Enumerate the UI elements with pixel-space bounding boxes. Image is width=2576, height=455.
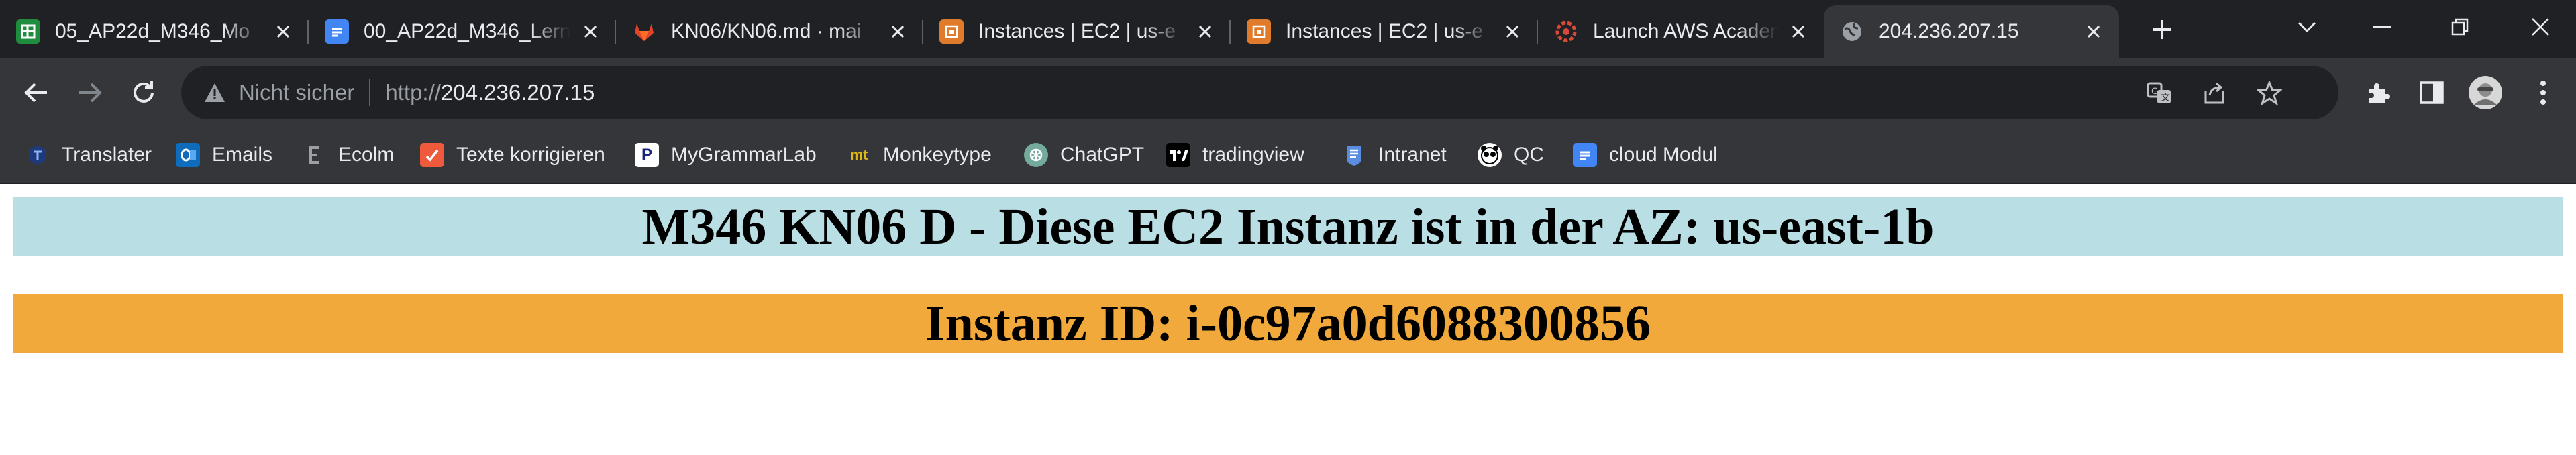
tab-ec2-1[interactable]: Instances | EC2 | us-e <box>923 5 1231 58</box>
bookmark-mygrammarlab[interactable]: P MyGrammarLab <box>635 137 817 173</box>
tab-title: 204.236.207.15 <box>1879 20 2073 43</box>
minimize-icon[interactable] <box>2362 9 2402 44</box>
bookmark-monkeytype[interactable]: mt Monkeytype <box>847 137 992 173</box>
tab-search-chevron-icon[interactable] <box>2287 9 2327 44</box>
bookmark-label: Translater <box>62 144 152 166</box>
reload-icon[interactable] <box>126 75 161 110</box>
restore-icon[interactable] <box>2440 9 2480 44</box>
svg-text:文: 文 <box>2161 93 2170 103</box>
address-divider <box>369 79 371 106</box>
mygrammarlab-icon: P <box>635 143 659 167</box>
warning-icon[interactable] <box>201 79 228 106</box>
bookmark-qc[interactable]: QC <box>1478 137 1544 173</box>
monkeytype-icon: mt <box>849 146 868 163</box>
bookmark-cloud-modul[interactable]: cloud Modul <box>1573 137 1718 173</box>
text-correct-icon <box>420 143 444 167</box>
star-icon[interactable] <box>2254 78 2285 109</box>
google-sheets-icon <box>16 19 40 44</box>
side-panel-icon[interactable] <box>2413 74 2451 111</box>
aws-ec2-icon <box>1247 19 1271 44</box>
url-host: 204.236.207.15 <box>440 80 595 105</box>
bookmark-label: QC <box>1514 144 1544 166</box>
intranet-icon <box>1342 143 1366 167</box>
menu-kebab-icon[interactable] <box>2524 74 2562 111</box>
tab-docs[interactable]: 00_AP22d_M346_Lern <box>309 5 616 58</box>
tab-title: Launch AWS Academ <box>1593 20 1778 43</box>
outlook-icon <box>176 143 200 167</box>
close-icon[interactable] <box>1502 21 1523 42</box>
bookmark-tradingview[interactable]: tradingview <box>1166 137 1304 173</box>
browser-toolbar: Nicht sicher http:// 204.236.207.15 G文 <box>0 58 2576 128</box>
tradingview-icon <box>1166 143 1190 167</box>
security-status-label[interactable]: Nicht sicher <box>239 80 354 105</box>
tab-title: 00_AP22d_M346_Lern <box>364 20 570 43</box>
bookmark-label: Intranet <box>1378 144 1447 166</box>
bookmark-ecolm[interactable]: Ecolm <box>302 137 394 173</box>
tab-gitlab[interactable]: KN06/KN06.md · mai <box>616 5 923 58</box>
bookmark-translater[interactable]: Translater <box>25 137 152 173</box>
back-arrow-icon[interactable] <box>19 75 54 110</box>
share-icon[interactable] <box>2199 78 2230 109</box>
bookmark-intranet[interactable]: Intranet <box>1342 137 1447 173</box>
aws-ec2-icon <box>939 19 964 44</box>
web-page-content: M346 KN06 D - Diese EC2 Instanz ist in d… <box>0 184 2576 455</box>
forward-arrow-icon[interactable] <box>72 75 107 110</box>
az-heading: M346 KN06 D - Diese EC2 Instanz ist in d… <box>13 197 2563 256</box>
instance-id-heading: Instanz ID: i-0c97a0d6088300856 <box>13 294 2563 353</box>
bookmark-label: Monkeytype <box>883 144 992 166</box>
tab-title: 05_AP22d_M346_Mo <box>55 20 263 43</box>
profile-avatar-icon[interactable] <box>2467 74 2504 111</box>
close-icon[interactable] <box>1194 21 1216 42</box>
bookmark-label: Texte korrigieren <box>456 144 605 166</box>
tab-active-page[interactable]: 204.236.207.15 <box>1824 5 2119 58</box>
close-icon[interactable] <box>2083 21 2104 42</box>
google-docs-icon <box>1573 143 1597 167</box>
tab-strip: 05_AP22d_M346_Mo 00_AP22d_M346_Lern KN06… <box>0 0 2576 58</box>
extensions-puzzle-icon[interactable] <box>2359 74 2397 111</box>
bookmark-chatgpt[interactable]: ChatGPT <box>1024 137 1144 173</box>
bookmark-label: Emails <box>212 144 273 166</box>
close-icon[interactable] <box>887 21 909 42</box>
tab-ec2-2[interactable]: Instances | EC2 | us-e <box>1231 5 1538 58</box>
aws-academy-icon <box>1554 19 1578 44</box>
tab-aws-academy[interactable]: Launch AWS Academ <box>1538 5 1824 58</box>
bookmarks-bar: Translater Emails Ecolm Texte korrigiere… <box>0 128 2576 184</box>
qc-icon <box>1478 143 1502 167</box>
bookmark-emails[interactable]: Emails <box>176 137 272 173</box>
chatgpt-icon <box>1024 143 1048 167</box>
tab-title: Instances | EC2 | us-e <box>978 20 1185 43</box>
tab-sheets[interactable]: 05_AP22d_M346_Mo <box>0 5 309 58</box>
close-window-icon[interactable] <box>2520 9 2561 44</box>
gitlab-icon <box>632 19 656 44</box>
globe-icon <box>1840 19 1864 44</box>
url-scheme: http:// <box>385 80 441 105</box>
address-bar[interactable]: Nicht sicher http:// 204.236.207.15 G文 <box>181 66 2338 119</box>
translate-icon <box>25 143 50 167</box>
new-tab-button[interactable] <box>2145 12 2179 47</box>
tab-title: Instances | EC2 | us-e <box>1286 20 1492 43</box>
close-icon[interactable] <box>580 21 601 42</box>
ecolm-icon <box>302 143 326 167</box>
tab-title: KN06/KN06.md · mai <box>671 20 878 43</box>
bookmark-label: tradingview <box>1202 144 1304 166</box>
bookmark-label: Ecolm <box>338 144 395 166</box>
bookmark-label: cloud Modul <box>1609 144 1718 166</box>
close-icon[interactable] <box>1788 21 1809 42</box>
translate-icon[interactable]: G文 <box>2144 78 2175 109</box>
bookmark-texte-korrigieren[interactable]: Texte korrigieren <box>420 137 605 173</box>
bookmark-label: ChatGPT <box>1060 144 1145 166</box>
google-docs-icon <box>325 19 349 44</box>
close-icon[interactable] <box>272 21 294 42</box>
bookmark-label: MyGrammarLab <box>671 144 817 166</box>
